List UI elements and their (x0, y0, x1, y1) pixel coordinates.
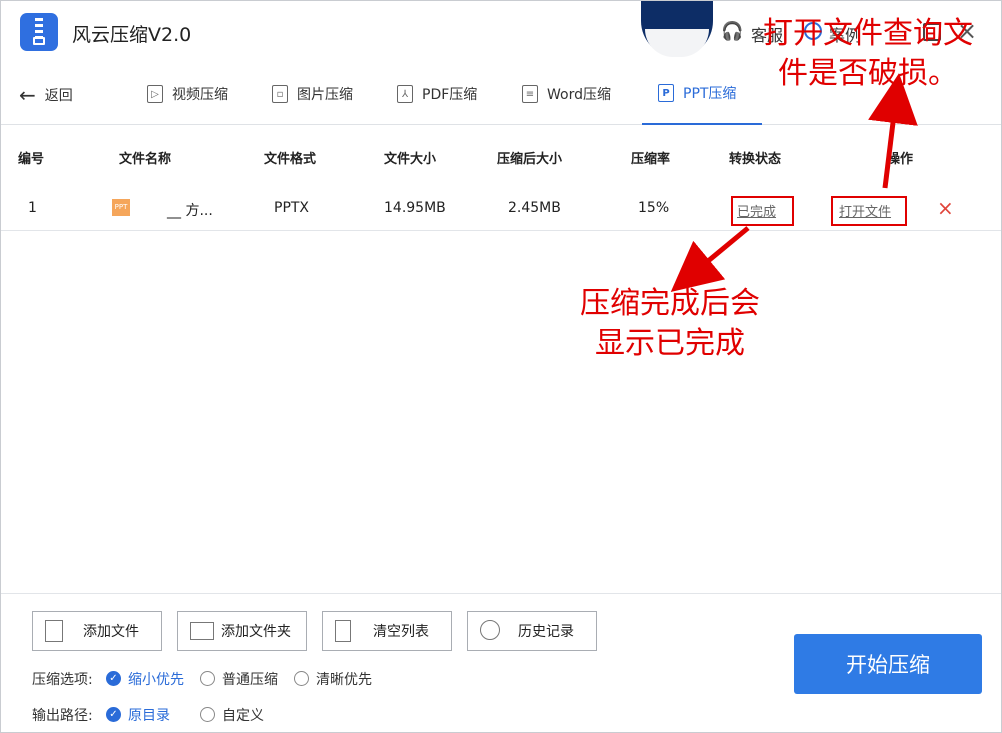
col-filename: 文件名称 (119, 152, 172, 167)
app-logo-icon (20, 13, 58, 51)
status-highlight-box (731, 196, 794, 226)
pdf-icon: ⅄ (397, 85, 413, 103)
app-title: 风云压缩V2.0 (72, 24, 192, 46)
tab-label: 视频压缩 (172, 87, 228, 103)
tab-pdf-compress[interactable]: ⅄ PDF压缩 (397, 63, 477, 125)
row-filename: __ 方... (167, 203, 213, 219)
tab-label: Word压缩 (547, 87, 611, 103)
history-label: 历史记录 (518, 624, 574, 640)
option-clarity-first[interactable]: 清晰优先 (316, 669, 372, 689)
row-compressed-size: 2.45MB (508, 200, 561, 216)
redaction-blob (641, 1, 713, 57)
radio-clarity-first[interactable] (294, 671, 309, 686)
col-action: 操作 (887, 152, 914, 167)
back-button[interactable]: ← 返回 (19, 85, 73, 105)
table-header: 编号 文件名称 文件格式 文件大小 压缩后大小 压缩率 转换状态 操作 (1, 127, 1001, 185)
tab-label: 图片压缩 (297, 87, 353, 103)
radio-custom-dir[interactable] (200, 707, 215, 722)
option-custom-dir[interactable]: 自定义 (222, 705, 264, 725)
annotation-open-file: 打开文件查询文 件是否破损。 (748, 14, 988, 94)
tab-image-compress[interactable]: ▫ 图片压缩 (272, 63, 353, 125)
row-size: 14.95MB (384, 200, 446, 216)
row-format: PPTX (274, 200, 310, 216)
annotation-completed: 压缩完成后会 显示已完成 (560, 284, 780, 364)
annotation-line: 显示已完成 (595, 326, 745, 361)
video-icon: ▷ (147, 85, 163, 103)
annotation-line: 压缩完成后会 (580, 286, 760, 321)
radio-original-dir[interactable]: ✓ (106, 707, 121, 722)
col-compressed-size: 压缩后大小 (497, 152, 563, 167)
annotation-line: 件是否破损。 (778, 56, 958, 91)
history-button[interactable]: 历史记录 (467, 611, 597, 651)
add-file-button[interactable]: 添加文件 (32, 611, 162, 651)
start-compress-button[interactable]: 开始压缩 (794, 634, 982, 694)
option-normal-compress[interactable]: 普通压缩 (222, 669, 278, 689)
action-highlight-box (831, 196, 907, 226)
col-status: 转换状态 (729, 152, 782, 167)
image-icon: ▫ (272, 85, 288, 103)
col-format: 文件格式 (264, 152, 317, 167)
add-folder-button[interactable]: 添加文件夹 (177, 611, 307, 651)
option-original-dir[interactable]: 原目录 (128, 705, 170, 725)
col-size: 文件大小 (384, 152, 437, 167)
add-file-label: 添加文件 (83, 624, 139, 640)
word-icon: ≡ (522, 85, 538, 103)
add-folder-label: 添加文件夹 (221, 624, 291, 640)
output-path-label: 输出路径: (32, 708, 93, 724)
radio-smaller-first[interactable]: ✓ (106, 671, 121, 686)
ppt-icon: P (658, 84, 674, 102)
tab-label: PPT压缩 (683, 86, 737, 102)
tab-video-compress[interactable]: ▷ 视频压缩 (147, 63, 228, 125)
delete-row-icon[interactable]: × (937, 196, 954, 220)
option-smaller-first[interactable]: 缩小优先 (128, 669, 184, 689)
col-index: 编号 (18, 152, 45, 167)
annotation-line: 打开文件查询文 (763, 16, 973, 51)
ppt-file-icon: PPT (112, 199, 130, 216)
clear-list-button[interactable]: 清空列表 (322, 611, 452, 651)
col-ratio: 压缩率 (631, 152, 671, 167)
back-label: 返回 (44, 88, 73, 104)
bottom-panel: 添加文件 添加文件夹 清空列表 历史记录 开始压缩 压缩选项: ✓ 缩小优先 普… (1, 593, 1001, 733)
app-window: 风云压缩V2.0 🎧 客服 案例 × ← 返回 ▷ 视频压缩 ▫ 图片压缩 ⅄ … (0, 0, 1002, 733)
row-ratio: 15% (638, 200, 670, 216)
tab-word-compress[interactable]: ≡ Word压缩 (522, 63, 611, 125)
tab-label: PDF压缩 (422, 87, 478, 103)
row-index: 1 (28, 200, 37, 216)
headset-icon[interactable]: 🎧 (721, 21, 743, 43)
tab-ppt-compress[interactable]: P PPT压缩 (642, 63, 762, 125)
back-arrow-icon: ← (19, 83, 36, 107)
compress-options-label: 压缩选项: (32, 672, 93, 688)
clear-list-label: 清空列表 (373, 624, 429, 640)
radio-normal-compress[interactable] (200, 671, 215, 686)
